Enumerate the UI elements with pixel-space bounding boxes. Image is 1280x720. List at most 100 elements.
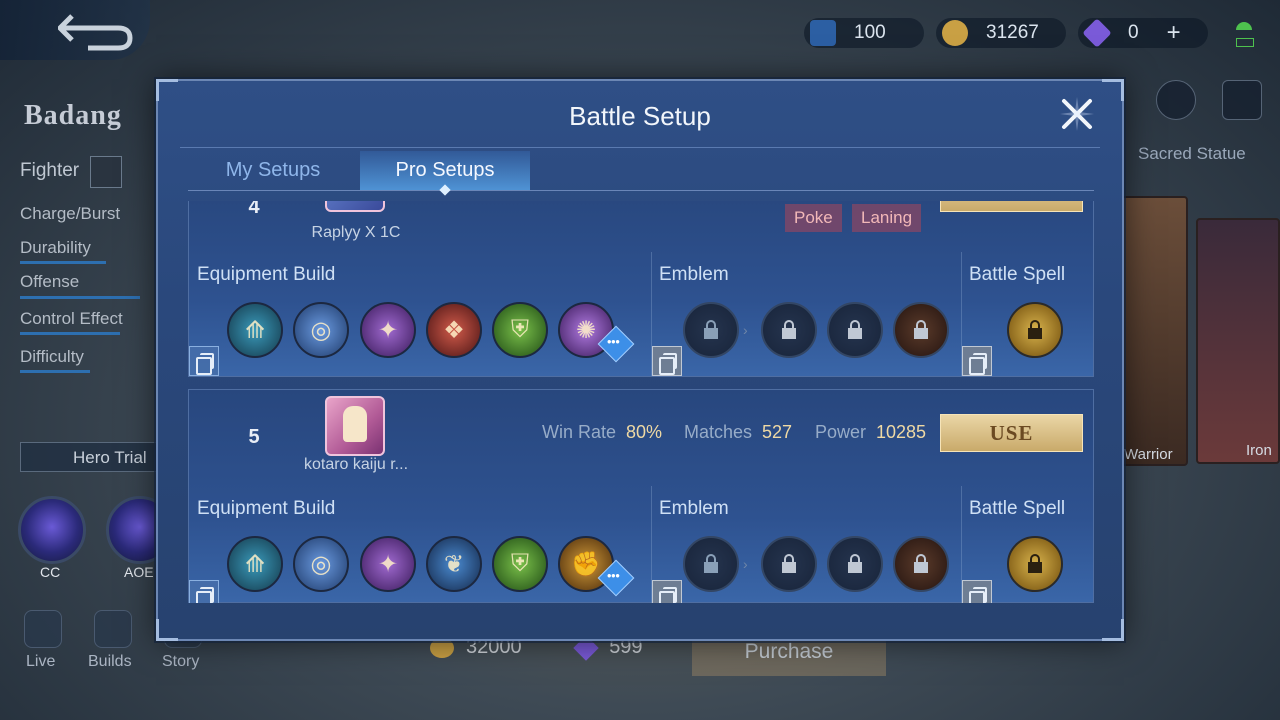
- setup-tag: Poke: [785, 204, 842, 232]
- skill-tag: AOE: [124, 564, 154, 580]
- sacred-statue-tab[interactable]: Sacred Statue: [1138, 144, 1246, 164]
- emblem-arrow-icon: ›: [743, 556, 748, 572]
- add-diamond-button[interactable]: +: [1167, 19, 1181, 47]
- nav-builds[interactable]: Builds: [88, 653, 132, 671]
- hero-role: Fighter: [20, 160, 80, 181]
- bracelet-icon[interactable]: ◎: [293, 536, 349, 592]
- m-coin-value: 100: [854, 22, 886, 43]
- helmet-icon[interactable]: ✦: [360, 302, 416, 358]
- emblem-label: Emblem: [659, 498, 729, 519]
- emblem-talent-1-icon[interactable]: [761, 302, 817, 358]
- matches-label: Matches: [684, 422, 753, 442]
- skin-card[interactable]: [1196, 218, 1280, 464]
- emblem-talent-2-icon[interactable]: [827, 536, 883, 592]
- setup-tag: Laning: [852, 204, 922, 232]
- voice-icon[interactable]: [1156, 80, 1196, 120]
- equipment-build-label: Equipment Build: [197, 498, 336, 519]
- matches-value: 527: [762, 422, 793, 442]
- armor-icon[interactable]: ❖: [426, 302, 482, 358]
- copy-spell-button[interactable]: [962, 346, 992, 376]
- equipment-build-label: Equipment Build: [197, 264, 336, 285]
- stat-label: Charge/Burst: [20, 204, 121, 223]
- setup-rank: 4: [248, 201, 260, 218]
- builds-icon[interactable]: [94, 610, 132, 648]
- cc-skill-icon[interactable]: [18, 496, 86, 564]
- boots-icon[interactable]: ⟰: [227, 302, 283, 358]
- emblem-core-icon[interactable]: [683, 302, 739, 358]
- skill-tag: CC: [40, 564, 61, 580]
- emblem-talent-2-icon[interactable]: [827, 302, 883, 358]
- use-setup-button[interactable]: USE: [940, 201, 1083, 212]
- copy-build-button[interactable]: [189, 346, 219, 376]
- frame-corner: [156, 619, 178, 641]
- skin-label: Iron: [1246, 442, 1272, 459]
- setup-card: 5 kotaro kaiju r... Win Rate 80% Matches…: [188, 389, 1094, 603]
- fullscreen-icon[interactable]: [1222, 80, 1262, 120]
- emblem-talent-3-icon[interactable]: [893, 536, 949, 592]
- stat-label: Offense: [20, 272, 80, 291]
- skin-card[interactable]: [1120, 196, 1188, 466]
- diamond-icon: [1082, 18, 1112, 48]
- emblem-label: Emblem: [659, 264, 729, 285]
- close-icon: [1060, 97, 1094, 131]
- setup-list[interactable]: 4 Raplyy X 1C Poke Laning USE Equipment …: [188, 201, 1094, 603]
- copy-emblem-button[interactable]: [652, 346, 682, 376]
- dialog-title: Battle Setup: [569, 101, 711, 131]
- battle-spell-label: Battle Spell: [969, 264, 1066, 285]
- green-helmet-icon[interactable]: ⛨: [492, 302, 548, 358]
- frame-corner: [1102, 619, 1124, 641]
- setup-tabs: My Setups Pro Setups: [188, 151, 1094, 191]
- battle-points-counter: 31267: [936, 18, 1066, 48]
- setup-card: 4 Raplyy X 1C Poke Laning USE Equipment …: [188, 201, 1094, 377]
- battle-setup-dialog: Battle Setup My Setups Pro Setups 4 Rapl…: [156, 79, 1124, 641]
- fighter-role-icon: [90, 156, 122, 188]
- nav-live[interactable]: Live: [26, 653, 55, 671]
- spell-icon[interactable]: [1007, 302, 1063, 358]
- spell-icon[interactable]: [1007, 536, 1063, 592]
- player-name: kotaro kaiju r...: [303, 456, 409, 473]
- frame-corner: [1102, 79, 1124, 101]
- hero-trial-button[interactable]: Hero Trial: [20, 442, 160, 472]
- nav-story[interactable]: Story: [162, 653, 199, 671]
- battle-points-icon: [942, 20, 968, 46]
- title-divider: [180, 147, 1100, 148]
- battle-spell-label: Battle Spell: [969, 498, 1066, 519]
- close-button[interactable]: [1058, 95, 1096, 133]
- copy-emblem-button[interactable]: [652, 580, 682, 603]
- hero-name: Badang: [24, 100, 122, 131]
- live-icon[interactable]: [24, 610, 62, 648]
- emblem-core-icon[interactable]: [683, 536, 739, 592]
- diamond-counter: 0 +: [1078, 18, 1208, 48]
- tab-my-setups[interactable]: My Setups: [188, 151, 358, 190]
- battery-wifi-icon: [1236, 22, 1254, 48]
- copy-build-button[interactable]: [189, 580, 219, 603]
- power-label: Power: [815, 422, 867, 442]
- helmet-icon[interactable]: ✦: [360, 536, 416, 592]
- wings-icon[interactable]: ❦: [426, 536, 482, 592]
- battle-points-value: 31267: [986, 22, 1039, 43]
- skin-label: Warrior: [1124, 446, 1173, 463]
- stat-bar: [20, 332, 120, 335]
- m-coin-icon: [810, 20, 836, 46]
- tab-pro-setups[interactable]: Pro Setups: [360, 151, 530, 190]
- back-button[interactable]: [0, 0, 150, 60]
- emblem-talent-3-icon[interactable]: [893, 302, 949, 358]
- setup-rank: 5: [248, 426, 260, 448]
- stat-label: Durability: [20, 238, 91, 257]
- emblem-arrow-icon: ›: [743, 322, 748, 338]
- stat-bar: [20, 261, 106, 264]
- stat-label: Control Effect: [20, 309, 123, 328]
- frame-corner: [156, 79, 178, 101]
- copy-spell-button[interactable]: [962, 580, 992, 603]
- win-rate-label: Win Rate: [542, 422, 617, 442]
- win-rate-value: 80%: [626, 422, 663, 442]
- use-setup-button[interactable]: USE: [940, 414, 1083, 452]
- green-helmet-icon[interactable]: ⛨: [492, 536, 548, 592]
- player-name: Raplyy X 1C: [311, 224, 401, 241]
- emblem-talent-1-icon[interactable]: [761, 536, 817, 592]
- power-value: 10285: [876, 422, 927, 442]
- stat-label: Difficulty: [20, 347, 84, 366]
- back-arrow-icon: [58, 14, 133, 51]
- bracelet-icon[interactable]: ◎: [293, 302, 349, 358]
- boots-icon[interactable]: ⟰: [227, 536, 283, 592]
